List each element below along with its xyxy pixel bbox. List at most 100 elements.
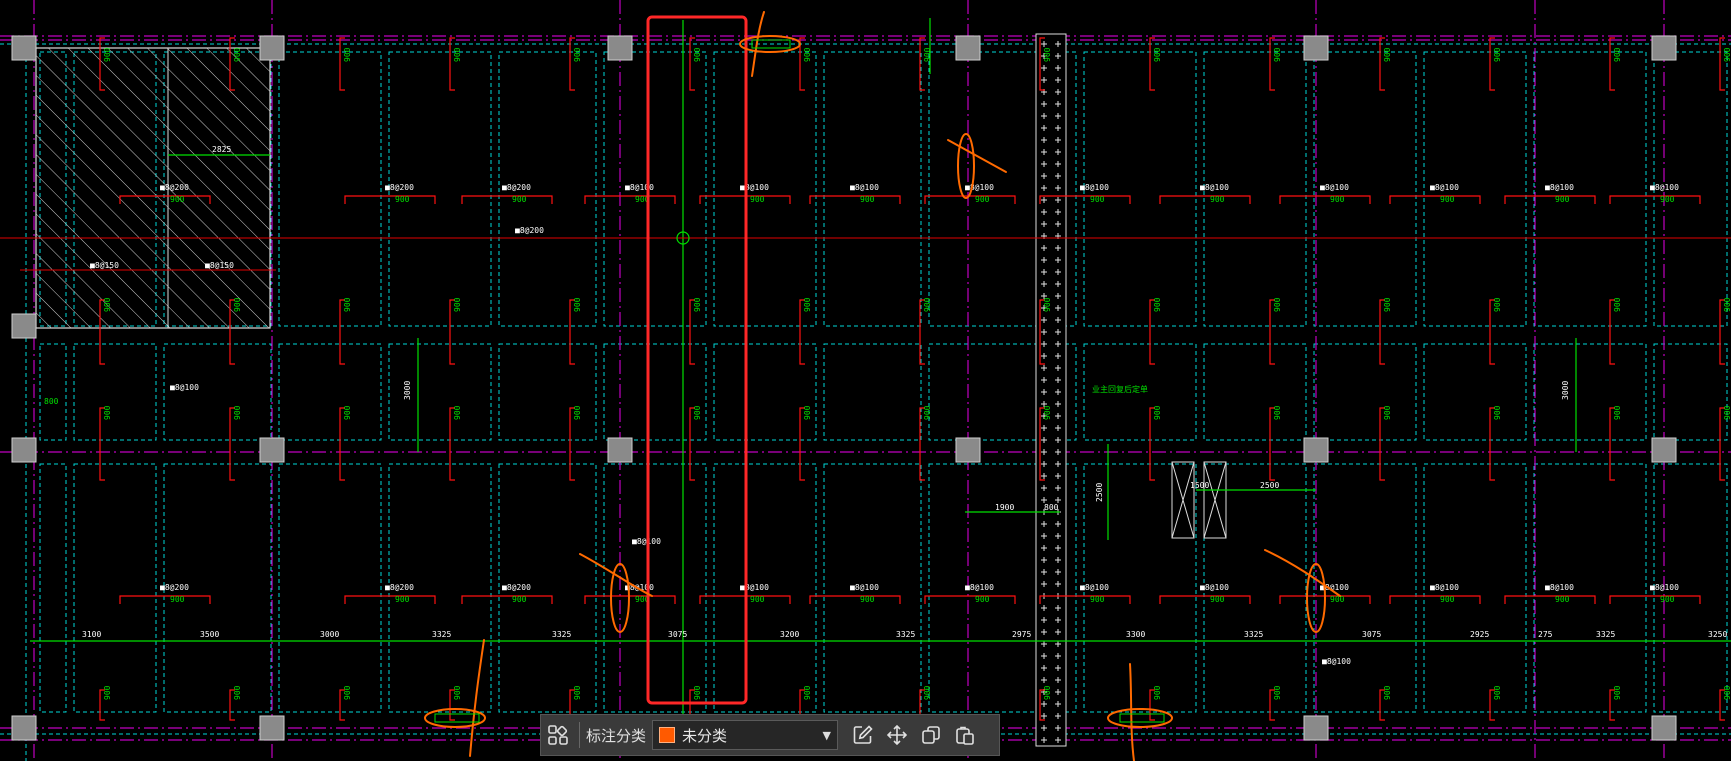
rebar-spec-label: ■8@200	[502, 183, 531, 192]
dimension-value: 900	[1383, 685, 1392, 700]
rebar-value: 900	[170, 595, 185, 604]
bottom-dimension: 3300	[1126, 630, 1145, 639]
dimension-value: 900	[803, 47, 812, 62]
bottom-dimension: 3500	[200, 630, 219, 639]
rebar-spec-label: ■8@100	[1080, 183, 1109, 192]
dimension-value: 900	[103, 405, 112, 420]
dimension-value: 900	[1613, 297, 1622, 312]
dimension-value: 900	[693, 297, 702, 312]
dimension-value: 900	[1383, 405, 1392, 420]
category-color-swatch	[659, 727, 676, 743]
dimension-value: 900	[103, 297, 112, 312]
bottom-dimension: 2975	[1012, 630, 1031, 639]
rebar-value: 900	[750, 195, 765, 204]
dim-2500-h: 2500	[1260, 481, 1279, 490]
edit-icon[interactable]	[846, 718, 880, 752]
column	[1651, 715, 1677, 741]
bottom-dimension: 3325	[432, 630, 451, 639]
dimension-value: 900	[1723, 685, 1731, 700]
dimension-value: 900	[453, 47, 462, 62]
dimension-value: 900	[343, 297, 352, 312]
dimension-value: 900	[1273, 297, 1282, 312]
bottom-dimension: 3325	[1596, 630, 1615, 639]
rebar-value: 900	[1555, 195, 1570, 204]
column	[11, 715, 37, 741]
dimension-value: 900	[1493, 405, 1502, 420]
dim-1900: 1900	[995, 503, 1014, 512]
column	[607, 437, 633, 463]
rebar-spec-label: ■8@100	[740, 583, 769, 592]
rebar-spec-label: ■8@200	[160, 183, 189, 192]
dimension-value: 900	[453, 405, 462, 420]
column	[11, 35, 37, 61]
rebar-spec-label: ■8@100	[1650, 183, 1679, 192]
bottom-dimension: 3075	[1362, 630, 1381, 639]
column	[955, 35, 981, 61]
rebar-value: 900	[1210, 195, 1225, 204]
rebar-value: 900	[1090, 195, 1105, 204]
rebar-value: 900	[1210, 595, 1225, 604]
rebar-value: 900	[860, 595, 875, 604]
bottom-dimension: 275	[1538, 630, 1553, 639]
column	[259, 715, 285, 741]
rebar-value: 900	[1440, 195, 1455, 204]
paste-icon[interactable]	[948, 718, 982, 752]
dimension-value: 900	[1273, 405, 1282, 420]
rebar-spec-label: ■8@200	[160, 583, 189, 592]
bottom-dimension: 3250	[1708, 630, 1727, 639]
bottom-dimension: 3000	[320, 630, 339, 639]
dim-800: 800	[1044, 503, 1059, 512]
hatched-label-2: ■8@150	[205, 261, 234, 270]
category-select-value: 未分类	[682, 726, 728, 745]
dimension-value: 900	[1153, 405, 1162, 420]
rebar-spec-label: ■8@100	[1650, 583, 1679, 592]
rebar-value: 900	[1440, 595, 1455, 604]
dim-2500-v: 2500	[1095, 483, 1104, 502]
column	[1303, 437, 1329, 463]
rebar-value: 900	[512, 595, 527, 604]
dimension-value: 900	[1043, 297, 1052, 312]
dimension-value: 900	[1613, 685, 1622, 700]
cad-drawing-canvas[interactable]: 900 900 900 900 900 900 900 900 900 900 900 900 900 9…	[0, 0, 1731, 761]
dim-3000-right: 3000	[1561, 381, 1570, 400]
dimension-value: 900	[803, 685, 812, 700]
column	[607, 35, 633, 61]
dim-1500: 1500	[1190, 481, 1209, 490]
column	[1303, 715, 1329, 741]
rebar-spec-label: ■8@100	[1545, 583, 1574, 592]
dimension-value: 900	[693, 685, 702, 700]
category-select[interactable]: 未分类 ▼	[652, 720, 839, 750]
rebar-spec-label: ■8@100	[965, 183, 994, 192]
dimension-value: 900	[1153, 47, 1162, 62]
rebar-spec-label: ■8@100	[965, 583, 994, 592]
rebar-spec-label: ■8@200	[502, 583, 531, 592]
column	[11, 437, 37, 463]
dimension-value: 900	[923, 405, 932, 420]
bottom-dimension: 2925	[1470, 630, 1489, 639]
bottom-dimension: 3200	[780, 630, 799, 639]
dimension-value: 900	[1383, 297, 1392, 312]
dimension-value: 900	[1493, 47, 1502, 62]
dimension-value: 900	[1153, 297, 1162, 312]
rebar-spec-label: ■8@100	[1200, 183, 1229, 192]
dimension-value: 900	[343, 405, 352, 420]
dimension-value: 900	[233, 405, 242, 420]
dimension-value: 900	[923, 297, 932, 312]
rebar-center-label: ■8@200	[515, 226, 544, 235]
dim-3000-left: 3000	[403, 381, 412, 400]
mid-rebar-1: ■8@100	[170, 383, 199, 392]
copy-icon[interactable]	[914, 718, 948, 752]
rebar-spec-label: ■8@100	[850, 583, 879, 592]
dimension-value: 900	[453, 685, 462, 700]
column	[1303, 35, 1329, 61]
move-icon[interactable]	[880, 718, 914, 752]
dimension-value: 900	[233, 297, 242, 312]
dimension-value: 900	[573, 405, 582, 420]
perforated-strip	[1035, 33, 1067, 747]
mid-rebar-3: ■8@100	[1322, 657, 1351, 666]
grid-icon[interactable]	[541, 718, 575, 752]
rebar-value: 900	[395, 595, 410, 604]
column	[1651, 437, 1677, 463]
dimension-value: 900	[1613, 47, 1622, 62]
dimension-value: 900	[1043, 47, 1052, 62]
